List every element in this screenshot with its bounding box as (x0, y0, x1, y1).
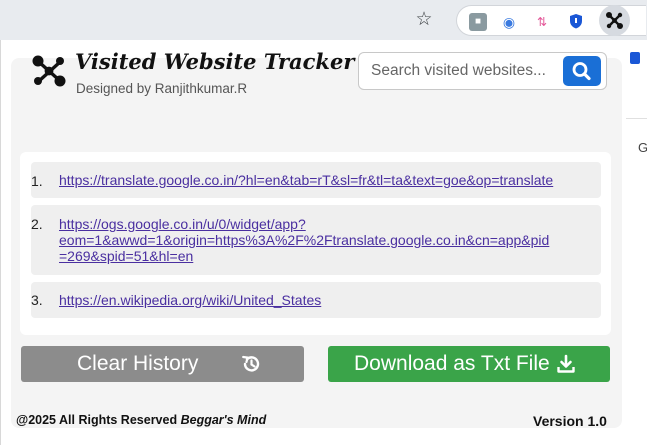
download-icon (557, 354, 575, 373)
link-line: =269&spid=51&hl=en (59, 248, 194, 264)
bookmark-star-icon[interactable]: ☆ (413, 9, 435, 31)
search-button[interactable] (563, 56, 601, 86)
page-letter: G (638, 140, 647, 155)
list-item-number: 1. (31, 173, 43, 189)
link-line: https://ogs.google.co.in/u/0/widget/app? (59, 216, 306, 232)
search-input[interactable] (360, 54, 558, 88)
history-link[interactable]: https://ogs.google.co.in/u/0/widget/app?… (59, 216, 549, 264)
history-icon (242, 355, 260, 372)
underlying-page-sliver: G (626, 40, 647, 445)
page-divider (626, 118, 647, 119)
globe-search-icon[interactable]: ◉ (500, 13, 518, 31)
list-item-number: 3. (31, 292, 43, 308)
link-line: eom=1&awwd=1&origin=https%3A%2F%2Ftransl… (59, 232, 550, 248)
history-link[interactable]: https://en.wikipedia.org/wiki/United_Sta… (59, 292, 321, 308)
link-line: https://translate.google.co.in/?hl=en&ta… (59, 172, 554, 188)
version-label: Version 1.0 (533, 413, 607, 429)
network-nodes-icon[interactable] (599, 5, 630, 36)
copyright-text: @2025 All Rights Reserved (16, 413, 178, 427)
app-title: Visited Website Tracker (75, 49, 355, 74)
search-icon (572, 62, 591, 81)
gray-extension-icon[interactable]: ■ (469, 13, 487, 31)
more-menu-icon[interactable]: ⋮ (640, 10, 647, 30)
list-item-number: 2. (31, 216, 43, 232)
download-txt-button[interactable]: Download as Txt File (328, 346, 610, 382)
footer-copyright: @2025 All Rights Reserved Beggar's Mind (16, 413, 266, 427)
page-favicon-icon (630, 52, 640, 64)
brand-name: Beggar's Mind (180, 413, 267, 427)
download-txt-label: Download as Txt File (354, 352, 550, 375)
history-link[interactable]: https://translate.google.co.in/?hl=en&ta… (59, 172, 553, 188)
clear-history-label: Clear History (77, 352, 199, 375)
network-nodes-icon (32, 55, 66, 87)
shield-icon[interactable] (567, 13, 585, 31)
arrows-updown-icon[interactable]: ⇅ (533, 13, 551, 31)
link-line: https://en.wikipedia.org/wiki/United_Sta… (59, 292, 322, 308)
search-box (358, 52, 607, 90)
browser-toolbar: ☆ ■ ◉ ⇅ ⋮ (0, 0, 647, 40)
app-subtitle: Designed by Ranjithkumar.R (76, 81, 248, 96)
clear-history-button[interactable]: Clear History (21, 346, 304, 382)
